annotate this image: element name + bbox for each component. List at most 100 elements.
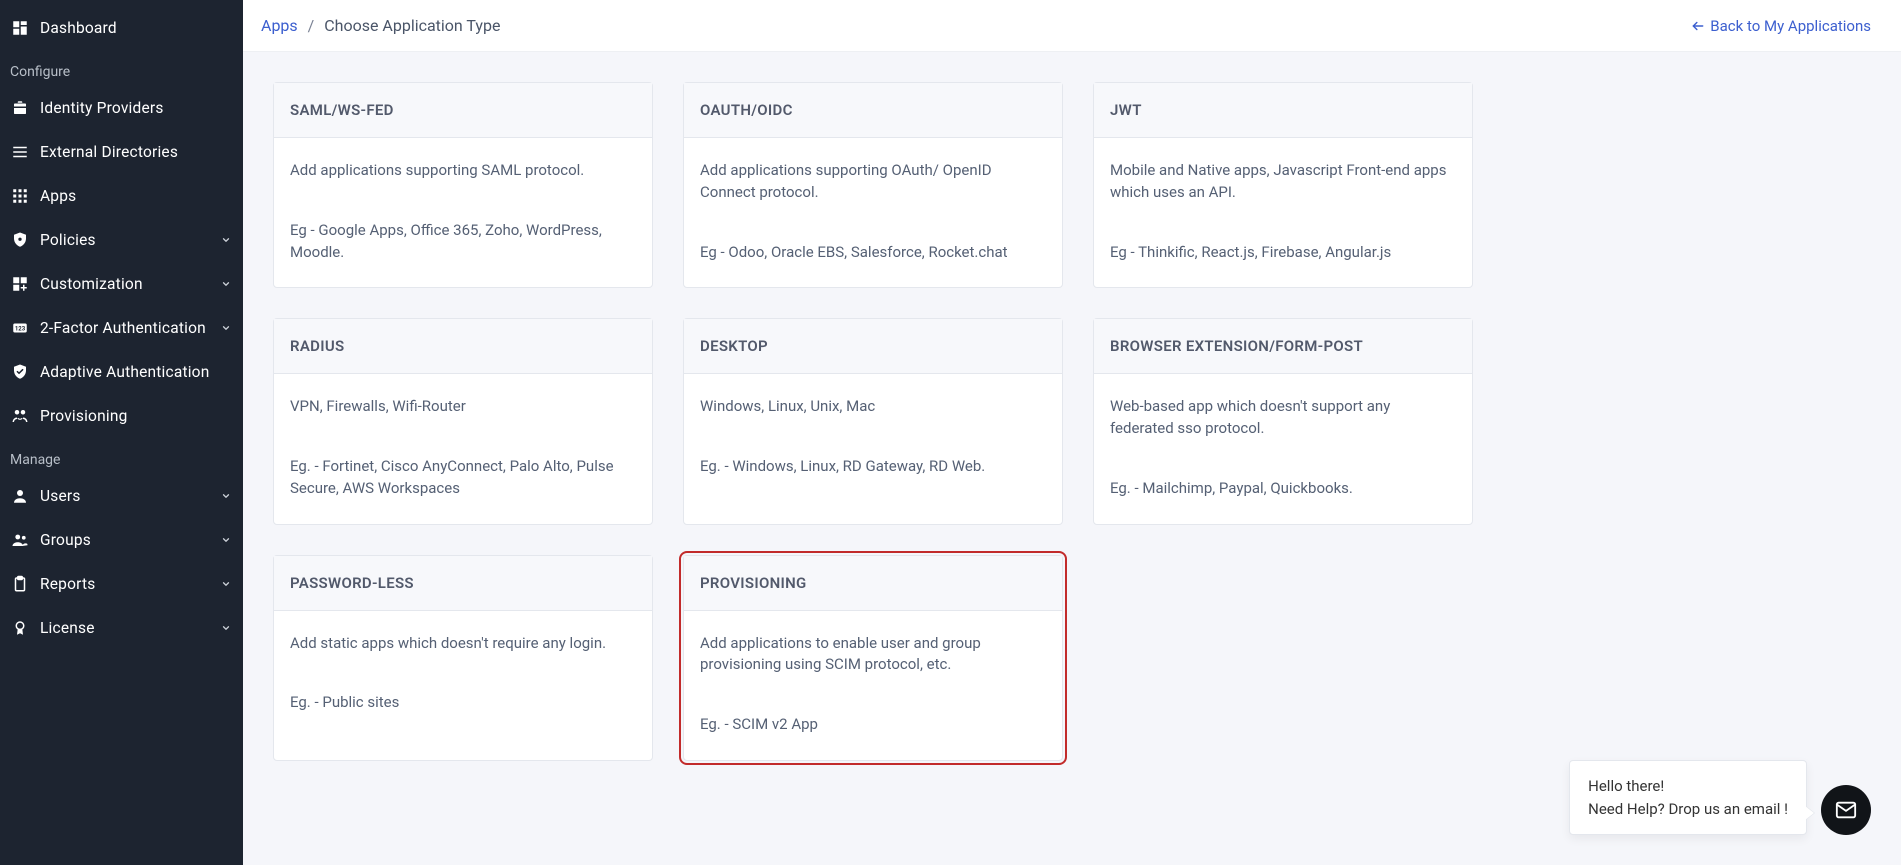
sidebar-item-identity-providers[interactable]: Identity Providers <box>0 86 243 130</box>
breadcrumb-current: Choose Application Type <box>324 16 500 35</box>
card-examples: Eg. - SCIM v2 App <box>700 714 1046 736</box>
customize-icon <box>10 274 30 294</box>
app-type-card-oauth-oidc[interactable]: OAUTH/OIDC Add applications supporting OA… <box>683 82 1063 288</box>
card-title: PASSWORD-LESS <box>274 556 652 611</box>
sidebar-item-groups[interactable]: Groups <box>0 518 243 562</box>
breadcrumb-separator: / <box>308 16 315 35</box>
arrow-left-icon <box>1691 19 1705 33</box>
sidebar-item-label: Identity Providers <box>40 99 164 117</box>
app-type-grid: SAML/WS-FED Add applications supporting S… <box>273 82 1473 761</box>
card-title: OAUTH/OIDC <box>684 83 1062 138</box>
sidebar-item-label: Dashboard <box>40 19 117 37</box>
content: SAML/WS-FED Add applications supporting S… <box>243 52 1901 791</box>
card-title: BROWSER EXTENSION/FORM-POST <box>1094 319 1472 374</box>
card-description: VPN, Firewalls, Wifi-Router <box>290 396 636 418</box>
card-examples: Eg. - Fortinet, Cisco AnyConnect, Palo A… <box>290 456 636 500</box>
chevron-down-icon <box>221 279 231 289</box>
sidebar-item-label: Reports <box>40 575 95 593</box>
sidebar-item-apps[interactable]: Apps <box>0 174 243 218</box>
sidebar-item-label: Users <box>40 487 81 505</box>
shield-settings-icon <box>10 230 30 250</box>
card-body: Windows, Linux, Unix, Mac Eg. - Windows, … <box>684 374 1062 502</box>
app-type-card-password-less[interactable]: PASSWORD-LESS Add static apps which doesn… <box>273 555 653 761</box>
card-body: Add applications to enable user and grou… <box>684 611 1062 760</box>
card-description: Add applications supporting SAML protoco… <box>290 160 636 182</box>
app-type-card-browser-extension-form-post[interactable]: BROWSER EXTENSION/FORM-POST Web-based app… <box>1093 318 1473 524</box>
sidebar-section-label: Manage <box>0 438 243 474</box>
back-link-label: Back to My Applications <box>1710 17 1871 35</box>
sidebar-item-label: External Directories <box>40 143 178 161</box>
sidebar-item-customization[interactable]: Customization <box>0 262 243 306</box>
card-description: Add applications to enable user and grou… <box>700 633 1046 677</box>
chevron-down-icon <box>221 623 231 633</box>
sidebar-item-label: Customization <box>40 275 143 293</box>
app-type-card-desktop[interactable]: DESKTOPWindows, Linux, Unix, MacEg. - Wi… <box>683 318 1063 524</box>
user-icon <box>10 486 30 506</box>
card-description: Add static apps which doesn't require an… <box>290 633 636 655</box>
svg-text:123: 123 <box>15 326 26 333</box>
app-type-card-saml-ws-fed[interactable]: SAML/WS-FED Add applications supporting S… <box>273 82 653 288</box>
group-icon <box>10 530 30 550</box>
sidebar-item-dashboard[interactable]: Dashboard <box>0 6 243 50</box>
card-body: Web-based app which doesn't support any … <box>1094 374 1472 523</box>
card-body: Add applications supporting SAML protoco… <box>274 138 652 287</box>
chevron-down-icon <box>221 323 231 333</box>
card-examples: Eg. - Public sites <box>290 692 636 714</box>
sidebar-item-label: Groups <box>40 531 91 549</box>
back-to-applications-link[interactable]: Back to My Applications <box>1691 17 1871 35</box>
list-icon <box>10 142 30 162</box>
chat-line2: Need Help? Drop us an email ! <box>1588 798 1788 821</box>
sidebar-item-label: 2-Factor Authentication <box>40 319 206 337</box>
license-icon <box>10 618 30 638</box>
breadcrumb-root-link[interactable]: Apps <box>261 16 298 35</box>
app-type-card-radius[interactable]: RADIUS VPN, Firewalls, Wifi-Router Eg. - F… <box>273 318 653 524</box>
chevron-down-icon <box>221 535 231 545</box>
card-description: Web-based app which doesn't support any … <box>1110 396 1456 440</box>
chat-widget: Hello there! Need Help? Drop us an email… <box>1569 760 1871 835</box>
card-title: PROVISIONING <box>684 556 1062 611</box>
chat-launcher-button[interactable] <box>1821 785 1871 835</box>
sidebar-item-external-directories[interactable]: External Directories <box>0 130 243 174</box>
app-type-card-provisioning[interactable]: PROVISIONING Add applications to enable u… <box>683 555 1063 761</box>
topbar: Apps / Choose Application Type Back to M… <box>243 0 1901 52</box>
sidebar-item-2-factor-authentication[interactable]: 123 2-Factor Authentication <box>0 306 243 350</box>
sidebar-item-users[interactable]: Users <box>0 474 243 518</box>
clipboard-icon <box>10 574 30 594</box>
card-body: Add static apps which doesn't require an… <box>274 611 652 739</box>
sidebar-item-label: Policies <box>40 231 96 249</box>
sidebar-item-label: Adaptive Authentication <box>40 363 209 381</box>
chevron-down-icon <box>221 235 231 245</box>
sidebar-item-reports[interactable]: Reports <box>0 562 243 606</box>
card-title: JWT <box>1094 83 1472 138</box>
chat-mail-icon <box>1835 799 1857 821</box>
sync-users-icon <box>10 406 30 426</box>
sidebar-item-provisioning[interactable]: Provisioning <box>0 394 243 438</box>
card-body: Mobile and Native apps, Javascript Front… <box>1094 138 1472 287</box>
sidebar: Dashboard Configure Identity Providers Exte… <box>0 0 243 865</box>
sidebar-section-label: Configure <box>0 50 243 86</box>
card-examples: Eg - Odoo, Oracle EBS, Salesforce, Rocke… <box>700 242 1046 264</box>
sidebar-item-policies[interactable]: Policies <box>0 218 243 262</box>
app-type-card-jwt[interactable]: JWT Mobile and Native apps, Javascript Fr… <box>1093 82 1473 288</box>
card-examples: Eg - Google Apps, Office 365, Zoho, Word… <box>290 220 636 264</box>
briefcase-icon <box>10 98 30 118</box>
card-description: Add applications supporting OAuth/ OpenI… <box>700 160 1046 204</box>
card-description: Mobile and Native apps, Javascript Front… <box>1110 160 1456 204</box>
sidebar-item-adaptive-authentication[interactable]: Adaptive Authentication <box>0 350 243 394</box>
sidebar-item-label: License <box>40 619 95 637</box>
chat-bubble: Hello there! Need Help? Drop us an email… <box>1569 760 1807 835</box>
breadcrumb: Apps / Choose Application Type <box>261 16 500 35</box>
card-description: Windows, Linux, Unix, Mac <box>700 396 1046 418</box>
card-examples: Eg. - Mailchimp, Paypal, Quickbooks. <box>1110 478 1456 500</box>
card-title: RADIUS <box>274 319 652 374</box>
card-body: VPN, Firewalls, Wifi-Router Eg. - Fortine… <box>274 374 652 523</box>
sidebar-item-label: Apps <box>40 187 76 205</box>
dashboard-icon <box>10 18 30 38</box>
card-examples: Eg. - Windows, Linux, RD Gateway, RD Web… <box>700 456 1046 478</box>
card-title: SAML/WS-FED <box>274 83 652 138</box>
card-examples: Eg - Thinkific, React.js, Firebase, Angu… <box>1110 242 1456 264</box>
shield-check-icon <box>10 362 30 382</box>
sidebar-item-license[interactable]: License <box>0 606 243 650</box>
card-body: Add applications supporting OAuth/ OpenI… <box>684 138 1062 287</box>
sidebar-item-label: Provisioning <box>40 407 127 425</box>
